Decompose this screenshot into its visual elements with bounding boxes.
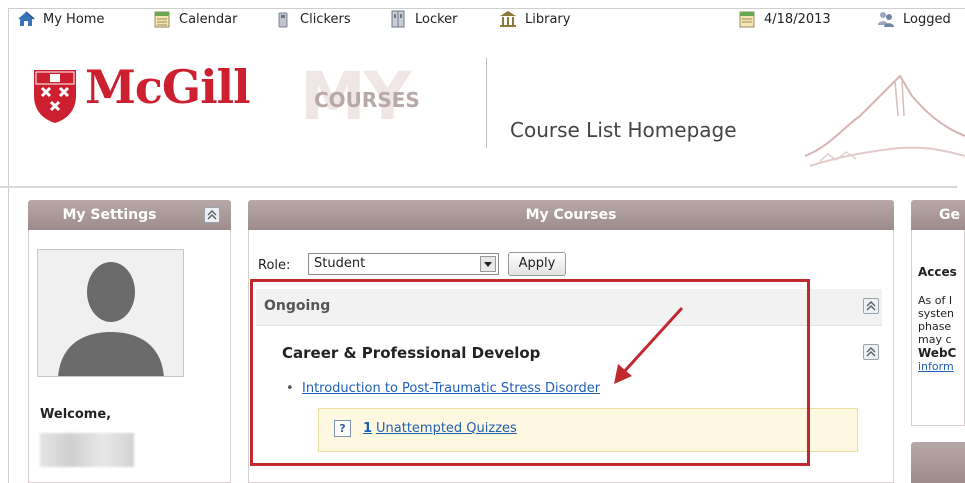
right-panel-header: Ge [911,200,965,230]
avatar[interactable] [37,249,184,377]
settings-title: My Settings [62,207,157,223]
nav-label: Clickers [300,11,351,27]
date-display: 4/18/2013 [738,9,831,29]
collapse-settings-button[interactable] [204,207,220,223]
date-label: 4/18/2013 [764,11,831,27]
welcome-text: Welcome, [40,407,112,422]
right-panel-line: As of I [918,294,953,307]
logged-status[interactable]: Logged [877,9,951,29]
app-name: COURSES [314,88,420,112]
nav-my-home[interactable]: My Home [17,9,104,29]
calendar-icon [738,10,756,28]
nav-calendar[interactable]: Calendar [153,9,237,29]
right-panel-title: Ge [939,207,960,223]
right-panel-line: may c [918,333,952,346]
right-panel-bold: WebC [918,346,957,360]
nav-label: Calendar [179,11,238,27]
mcgill-shield-icon [32,68,78,124]
chevron-up-icon [866,301,876,311]
logged-label: Logged [903,11,951,27]
settings-header: My Settings [28,200,231,230]
courses-header: My Courses [248,200,894,230]
courses-title: My Courses [525,207,617,223]
right-panel-line: phase [918,320,952,333]
brand-logo-text: McGill [85,60,251,114]
default-user-icon [58,262,164,376]
chevron-up-icon [866,347,876,357]
clicker-icon [274,10,292,28]
role-select-value: Student [314,256,366,271]
right-panel-2-header [911,442,965,483]
annotation-arrow [590,300,700,390]
header-separator [0,186,957,188]
header-divider [486,58,487,148]
dropdown-arrow-icon[interactable] [480,256,496,272]
nav-locker[interactable]: Locker [389,9,458,29]
nav-label: Locker [415,11,458,27]
chevron-up-icon [207,210,217,220]
annotation-highlight-box [250,279,810,466]
right-panel-heading: Acces [918,265,957,279]
home-icon [17,10,35,28]
calendar-icon [153,10,171,28]
nav-clickers[interactable]: Clickers [274,9,351,29]
blurred-username [40,433,134,467]
library-icon [499,10,517,28]
nav-label: Library [525,11,571,27]
right-panel-line: systen [918,307,955,320]
role-label: Role: [258,258,291,273]
apply-button[interactable]: Apply [508,252,566,276]
nav-label: My Home [43,11,105,27]
right-panel-link[interactable]: inform [918,360,954,373]
collapse-group-button[interactable] [863,344,879,360]
nav-library[interactable]: Library [499,9,570,29]
users-icon [877,10,895,28]
locker-icon [389,10,407,28]
mountain-sketch-decoration [800,56,965,181]
page-title: Course List Homepage [510,118,737,142]
collapse-ongoing-button[interactable] [863,298,879,314]
role-select[interactable]: Student [308,253,499,275]
